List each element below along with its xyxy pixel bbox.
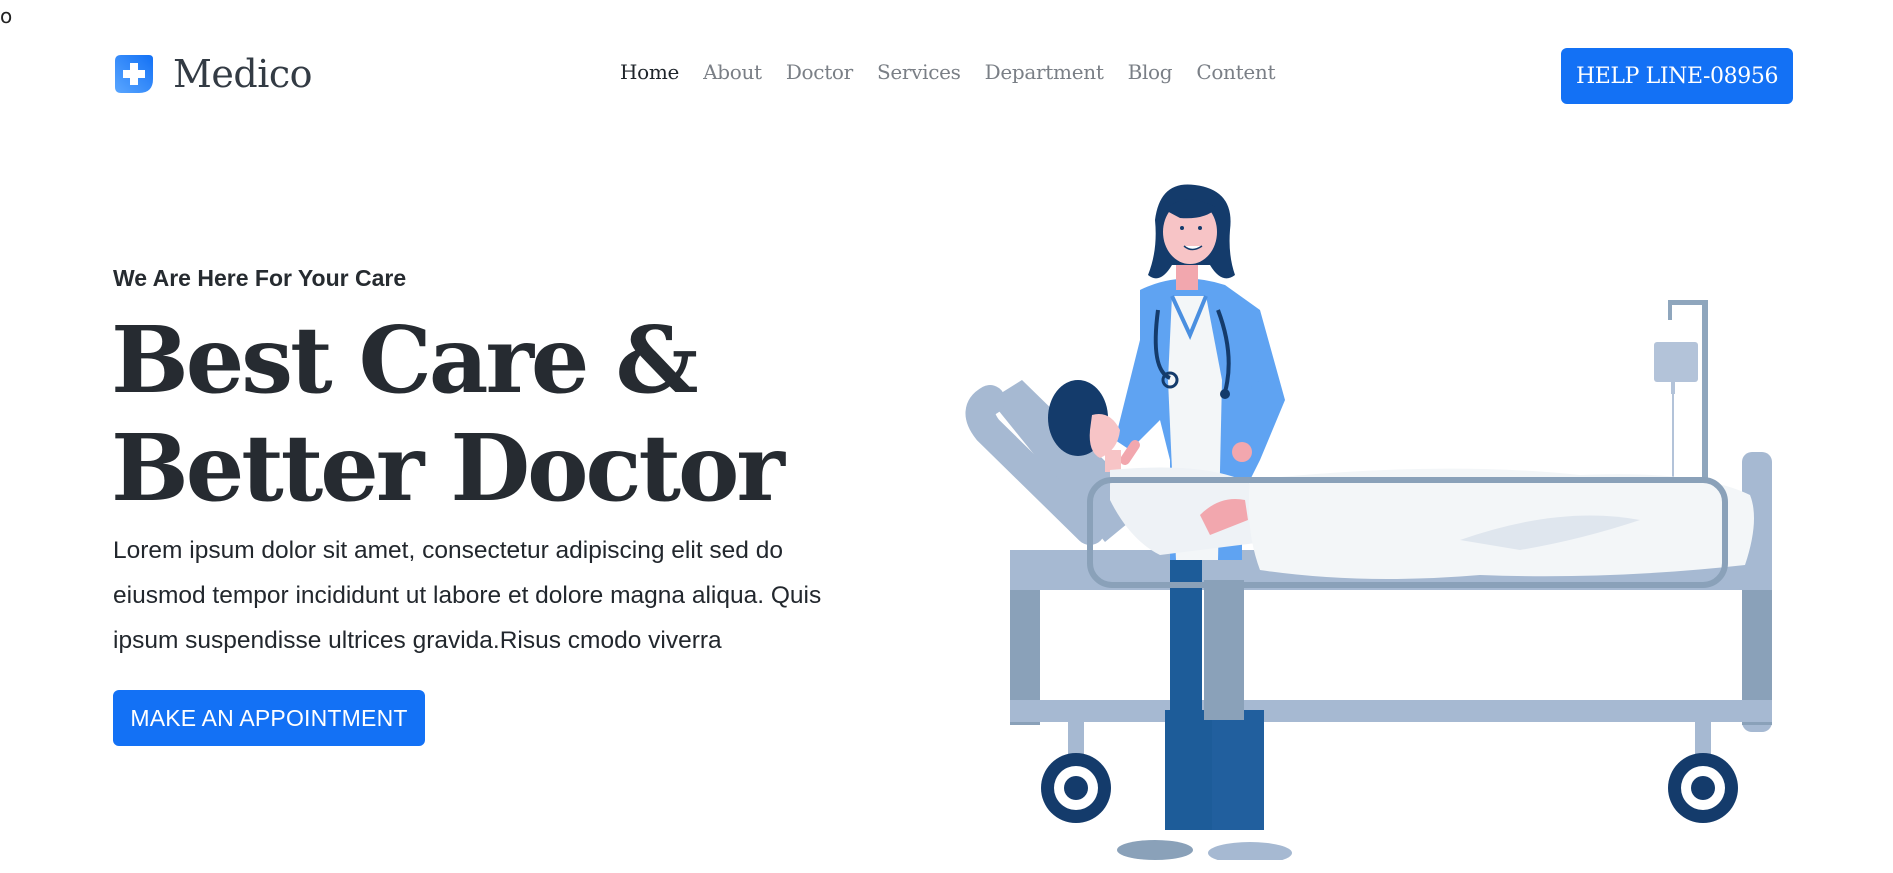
hero-title-line-2: Better Doctor	[111, 414, 785, 522]
site-header: Medico Home About Doctor Services Depart…	[113, 48, 1793, 104]
nav-item-doctor[interactable]: Doctor	[786, 60, 853, 84]
hero-title-line-1: Best Care &	[111, 306, 699, 414]
hero-eyebrow: We Are Here For Your Care	[113, 265, 407, 291]
iv-stand-icon	[1654, 300, 1708, 495]
nav-item-department[interactable]: Department	[985, 60, 1104, 84]
hero-description: Lorem ipsum dolor sit amet, consectetur …	[113, 537, 822, 654]
doctor-patient-illustration	[960, 160, 1820, 864]
helpline-button[interactable]: HELP LINE-08956	[1561, 48, 1793, 104]
medical-cross-icon	[113, 53, 155, 95]
blanket-icon	[1248, 468, 1754, 579]
nav-item-services[interactable]: Services	[877, 60, 961, 84]
hero-title: Best Care & Better Doctor	[111, 306, 785, 522]
nav-item-blog[interactable]: Blog	[1128, 60, 1173, 84]
brand-logo-link[interactable]: Medico	[113, 48, 313, 100]
stray-mark: o	[0, 4, 13, 28]
nav-item-content[interactable]: Content	[1196, 60, 1275, 84]
main-nav: Home About Doctor Services Department Bl…	[620, 60, 1276, 84]
make-appointment-button[interactable]: MAKE AN APPOINTMENT	[113, 690, 425, 746]
nav-item-about[interactable]: About	[703, 60, 762, 84]
nav-item-home[interactable]: Home	[620, 60, 679, 84]
brand-name: Medico	[173, 52, 313, 96]
